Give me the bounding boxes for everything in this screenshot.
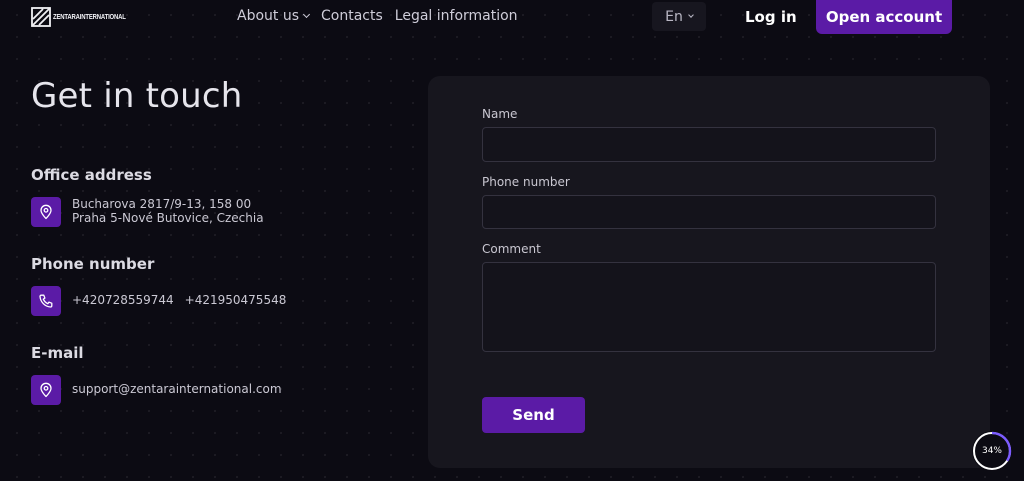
phone-number-2[interactable]: +421950475548	[185, 293, 287, 307]
nav-item-label: Contacts	[321, 8, 383, 24]
name-input[interactable]	[482, 127, 936, 162]
office-address-line2: Praha 5-Nové Butovice, Czechia	[72, 211, 264, 225]
phone-number-label: Phone number	[482, 175, 570, 189]
phone-icon	[31, 286, 61, 316]
logo-text: ZENTARAINTERNATIONAL	[53, 13, 126, 21]
office-address-line1: Bucharova 2817/9-13, 158 00	[72, 197, 252, 211]
location-pin-icon	[31, 197, 61, 227]
chevron-down-icon	[688, 12, 694, 18]
phone-number-1[interactable]: +420728559744	[72, 293, 174, 307]
name-label: Name	[482, 107, 518, 121]
chevron-down-icon	[302, 10, 311, 19]
comment-textarea[interactable]	[482, 262, 936, 352]
email-address[interactable]: support@zentarainternational.com	[72, 382, 282, 396]
location-pin-icon	[31, 375, 61, 405]
phone-number-input[interactable]	[482, 195, 936, 229]
nav-item-contacts[interactable]: Contacts	[321, 8, 383, 24]
office-address-heading: Office address	[31, 166, 152, 184]
scroll-progress-indicator[interactable]: 34%	[972, 431, 1012, 471]
logo[interactable]: ZENTARAINTERNATIONAL	[31, 7, 139, 27]
language-selector[interactable]: En	[652, 2, 706, 31]
phone-numbers: +420728559744 +421950475548	[72, 293, 286, 307]
nav-item-label: About us	[237, 8, 300, 24]
open-account-button[interactable]: Open account	[816, 0, 952, 34]
language-label: En	[665, 8, 683, 25]
page-title: Get in touch	[31, 76, 243, 116]
email-heading: E-mail	[31, 344, 84, 362]
scroll-progress-label: 34%	[981, 446, 1002, 456]
site-header: ZENTARAINTERNATIONAL About us Contacts L…	[0, 0, 1024, 34]
nav-item-label: Legal information	[394, 8, 518, 24]
nav-item-about-us[interactable]: About us	[237, 8, 311, 24]
nav-item-legal-information[interactable]: Legal information	[395, 8, 518, 24]
login-link[interactable]: Log in	[745, 8, 797, 26]
send-button[interactable]: Send	[482, 397, 585, 433]
office-address: Bucharova 2817/9-13, 158 00 Praha 5-Nové…	[72, 197, 264, 225]
phone-number-heading: Phone number	[31, 255, 155, 273]
logo-mark-icon	[31, 7, 51, 27]
main-nav: About us Contacts Legal information	[237, 8, 518, 24]
comment-label: Comment	[482, 242, 541, 256]
